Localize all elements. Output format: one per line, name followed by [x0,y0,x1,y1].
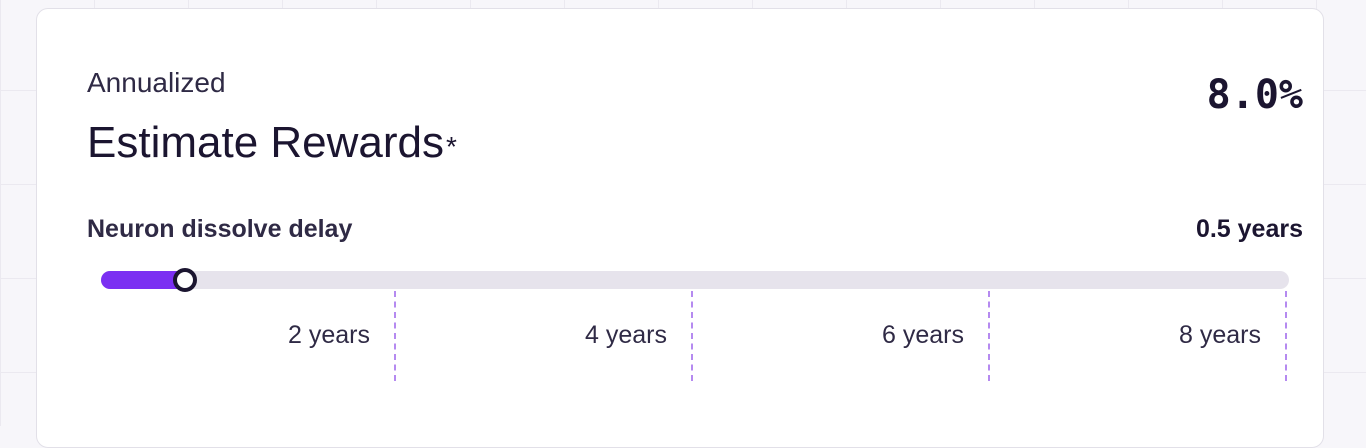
estimate-rewards-card: Annualized Estimate Rewards* 8.0% Neuron… [36,8,1324,448]
tick-line [1285,291,1287,381]
card-title-text: Estimate Rewards [87,118,445,167]
tick-line [394,291,396,381]
reward-rate: 8.0% [1206,72,1303,118]
tick-line [988,291,990,381]
title-asterisk: * [446,131,457,162]
tick-label: 4 years [585,321,667,349]
tick-line [691,291,693,381]
dissolve-delay-slider[interactable] [101,268,1289,292]
tick-label: 8 years [1179,321,1261,349]
dissolve-delay-label: Neuron dissolve delay [87,215,353,243]
tick-label: 6 years [882,321,964,349]
tick-label: 2 years [288,321,370,349]
card-subtitle: Annualized [87,67,226,98]
card-title: Estimate Rewards* [87,115,457,171]
dissolve-delay-value: 0.5 years [1195,215,1303,243]
slider-thumb[interactable] [173,268,198,292]
